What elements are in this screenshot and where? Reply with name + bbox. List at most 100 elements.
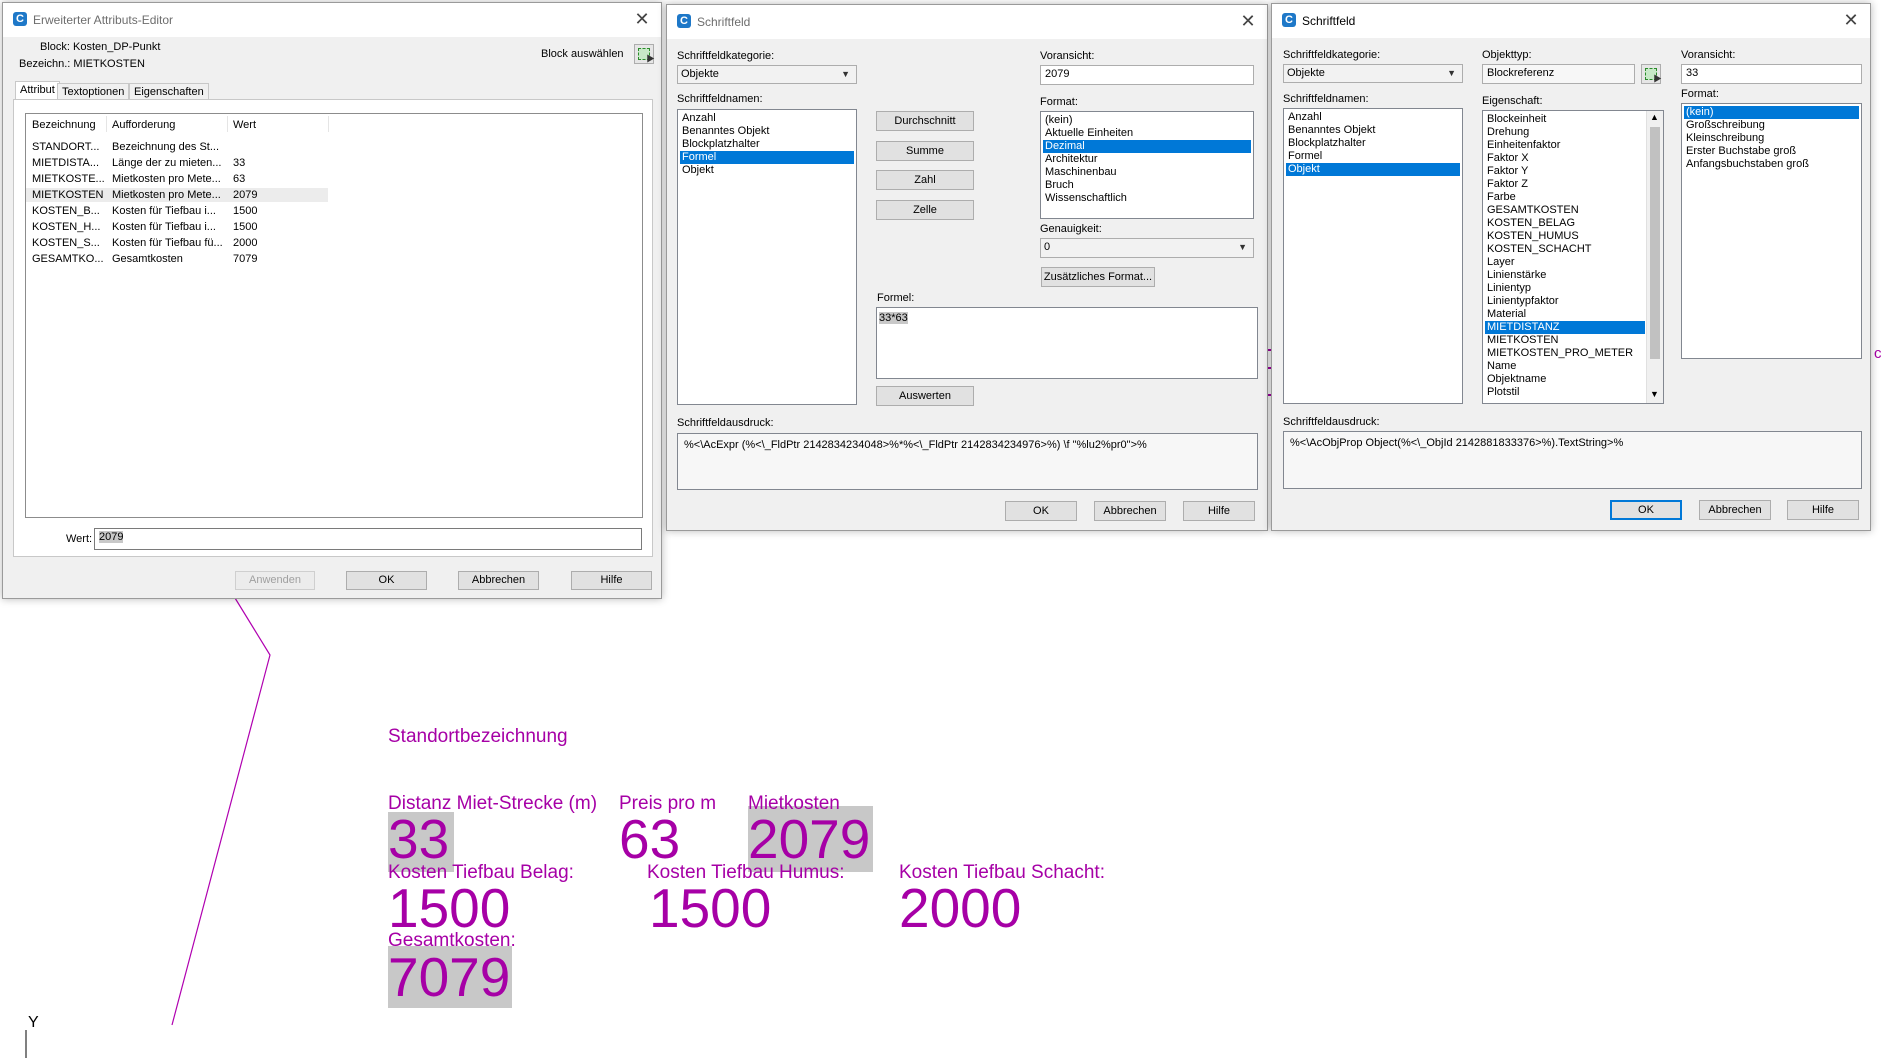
- objtype-field[interactable]: Blockreferenz: [1482, 64, 1635, 84]
- cancel-button[interactable]: Abbrechen: [1094, 501, 1166, 521]
- list-item[interactable]: Kleinschreibung: [1684, 132, 1859, 145]
- list-item[interactable]: Einheitenfaktor: [1485, 139, 1645, 152]
- tab-eigenschaften[interactable]: Eigenschaften: [129, 83, 209, 99]
- field-names-list[interactable]: Anzahl Benanntes Objekt Blockplatzhalter…: [677, 109, 857, 405]
- list-item[interactable]: KOSTEN_HUMUS: [1485, 230, 1645, 243]
- preis-label[interactable]: Preis pro m: [619, 793, 716, 815]
- expr-field[interactable]: %<\AcObjProp Object(%<\_ObjId 2142881833…: [1283, 431, 1862, 489]
- list-item[interactable]: Anzahl: [680, 112, 854, 125]
- belag-label[interactable]: Kosten Tiefbau Belag:: [388, 862, 574, 884]
- table-row[interactable]: KOSTEN_S... Kosten für Tiefbau fü... 200…: [26, 236, 328, 250]
- list-item[interactable]: Objektname: [1485, 373, 1645, 386]
- list-item[interactable]: MIETKOSTEN_PRO_METER: [1485, 347, 1645, 360]
- list-item[interactable]: Plotstil: [1485, 386, 1645, 399]
- gesamt-value[interactable]: 7079: [388, 946, 513, 1008]
- help-button[interactable]: Hilfe: [1787, 500, 1859, 520]
- number-button[interactable]: Zahl: [876, 170, 974, 190]
- list-item[interactable]: KOSTEN_SCHACHT: [1485, 243, 1645, 256]
- list-item[interactable]: Maschinenbau: [1043, 166, 1251, 179]
- list-item[interactable]: Material: [1485, 308, 1645, 321]
- humus-value[interactable]: 1500: [649, 881, 771, 936]
- table-row[interactable]: STANDORT... Bezeichnung des St...: [26, 140, 328, 154]
- extra-format-button[interactable]: Zusätzliches Format...: [1041, 267, 1155, 287]
- humus-label[interactable]: Kosten Tiefbau Humus:: [647, 862, 845, 884]
- preis-value[interactable]: 63: [619, 812, 680, 867]
- close-icon[interactable]: ✕: [1840, 9, 1862, 31]
- category-select[interactable]: Objekte ▼: [1283, 64, 1463, 83]
- col-bezeichnung[interactable]: Bezeichnung: [32, 118, 96, 132]
- list-item[interactable]: Anfangsbuchstaben groß: [1684, 158, 1859, 171]
- list-item-selected[interactable]: (kein): [1684, 106, 1859, 119]
- list-item[interactable]: Faktor Z: [1485, 178, 1645, 191]
- distanz-label[interactable]: Distanz Miet-Strecke (m): [388, 793, 597, 815]
- list-item[interactable]: Drehung: [1485, 126, 1645, 139]
- category-select[interactable]: Objekte ▼: [677, 65, 857, 84]
- list-item-selected[interactable]: Formel: [680, 151, 854, 164]
- list-item[interactable]: Blockplatzhalter: [680, 138, 854, 151]
- average-button[interactable]: Durchschnitt: [876, 111, 974, 131]
- table-row-selected[interactable]: MIETKOSTEN Mietkosten pro Mete... 2079: [26, 188, 328, 202]
- block-select-button[interactable]: [634, 44, 655, 64]
- col-aufforderung[interactable]: Aufforderung: [112, 118, 175, 132]
- list-item[interactable]: Linientyp: [1485, 282, 1645, 295]
- tab-attribut[interactable]: Attribut: [15, 81, 60, 99]
- list-item[interactable]: GESAMTKOSTEN: [1485, 204, 1645, 217]
- ok-button[interactable]: OK: [1610, 500, 1682, 520]
- list-item-selected[interactable]: Dezimal: [1043, 140, 1251, 153]
- cancel-button[interactable]: Abbrechen: [1699, 500, 1771, 520]
- list-item[interactable]: Großschreibung: [1684, 119, 1859, 132]
- scroll-up-icon[interactable]: ▲: [1650, 112, 1659, 122]
- attribute-table[interactable]: Bezeichnung Aufforderung Wert STANDORT..…: [25, 113, 643, 518]
- table-row[interactable]: KOSTEN_B... Kosten für Tiefbau i... 1500: [26, 204, 328, 218]
- scroll-thumb[interactable]: [1650, 127, 1660, 359]
- list-item[interactable]: Wissenschaftlich: [1043, 192, 1251, 205]
- property-list[interactable]: Blockeinheit Drehung Einheitenfaktor Fak…: [1482, 110, 1664, 404]
- list-item-selected[interactable]: MIETDISTANZ: [1485, 321, 1645, 334]
- list-item[interactable]: Layer: [1485, 256, 1645, 269]
- list-item[interactable]: Objekt: [680, 164, 854, 177]
- list-item[interactable]: Blockeinheit: [1485, 113, 1645, 126]
- tab-textoptionen[interactable]: Textoptionen: [57, 83, 130, 99]
- schacht-label[interactable]: Kosten Tiefbau Schacht:: [899, 862, 1105, 884]
- sum-button[interactable]: Summe: [876, 141, 974, 161]
- close-icon[interactable]: ✕: [1237, 10, 1259, 32]
- list-item[interactable]: Architektur: [1043, 153, 1251, 166]
- table-row[interactable]: GESAMTKO... Gesamtkosten 7079: [26, 252, 328, 266]
- list-item[interactable]: Farbe: [1485, 191, 1645, 204]
- list-item[interactable]: Linientypfaktor: [1485, 295, 1645, 308]
- ok-button[interactable]: OK: [346, 571, 427, 590]
- help-button[interactable]: Hilfe: [1183, 501, 1255, 521]
- list-item[interactable]: Aktuelle Einheiten: [1043, 127, 1251, 140]
- wert-input[interactable]: 2079: [94, 528, 642, 550]
- evaluate-button[interactable]: Auswerten: [876, 386, 974, 406]
- list-item[interactable]: Bruch: [1043, 179, 1251, 192]
- list-item[interactable]: Anzahl: [1286, 111, 1460, 124]
- belag-value[interactable]: 1500: [388, 881, 510, 936]
- list-item[interactable]: Faktor X: [1485, 152, 1645, 165]
- field-names-list[interactable]: Anzahl Benanntes Objekt Blockplatzhalter…: [1283, 108, 1463, 404]
- miet-label[interactable]: Mietkosten: [748, 793, 840, 815]
- gesamt-label[interactable]: Gesamtkosten:: [388, 930, 516, 952]
- ok-button[interactable]: OK: [1005, 501, 1077, 521]
- formula-input[interactable]: 33*63: [876, 307, 1258, 379]
- apply-button[interactable]: Anwenden: [235, 571, 315, 590]
- format-list[interactable]: (kein) Großschreibung Kleinschreibung Er…: [1681, 103, 1862, 359]
- cell-button[interactable]: Zelle: [876, 200, 974, 220]
- list-item[interactable]: Benanntes Objekt: [680, 125, 854, 138]
- standort-label[interactable]: Standortbezeichnung: [388, 726, 568, 748]
- precision-select[interactable]: 0 ▼: [1040, 238, 1254, 258]
- list-item[interactable]: Benanntes Objekt: [1286, 124, 1460, 137]
- list-item[interactable]: Faktor Y: [1485, 165, 1645, 178]
- help-button[interactable]: Hilfe: [571, 571, 652, 590]
- schacht-value[interactable]: 2000: [899, 881, 1021, 936]
- list-item[interactable]: Blockplatzhalter: [1286, 137, 1460, 150]
- scroll-down-icon[interactable]: ▼: [1650, 389, 1659, 399]
- list-item[interactable]: (kein): [1043, 114, 1251, 127]
- list-item[interactable]: Linienstärke: [1485, 269, 1645, 282]
- list-item[interactable]: Erster Buchstabe groß: [1684, 145, 1859, 158]
- expr-field[interactable]: %<\AcExpr (%<\_FldPtr 2142834234048>%*%<…: [677, 433, 1258, 490]
- list-item[interactable]: KOSTEN_BELAG: [1485, 217, 1645, 230]
- attr-editor-titlebar[interactable]: C Erweiterter Attributs-Editor ✕: [3, 3, 661, 37]
- select-object-button[interactable]: [1641, 64, 1662, 84]
- list-item-selected[interactable]: Objekt: [1286, 163, 1460, 176]
